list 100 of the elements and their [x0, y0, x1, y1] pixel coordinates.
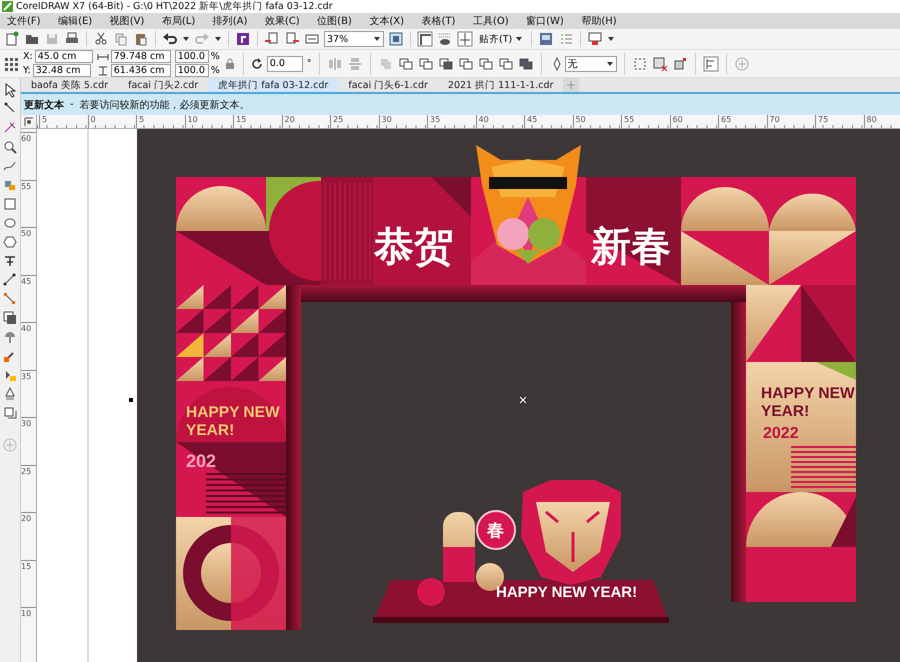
- menu-item[interactable]: 工具(O): [468, 14, 513, 28]
- weld-icon[interactable]: [418, 56, 434, 72]
- document-tab[interactable]: facai 门头6-1.cdr: [338, 78, 438, 92]
- height-field[interactable]: 61.436 cm: [110, 64, 171, 77]
- document-tab[interactable]: 虎年拱门 fafa 03-12.cdr: [208, 78, 338, 92]
- ruler-label: 0: [88, 115, 96, 128]
- menu-item[interactable]: 视图(V): [106, 14, 148, 28]
- ruler-label: 30: [378, 115, 392, 128]
- intersect-icon[interactable]: [458, 56, 474, 72]
- outline-width-dropdown[interactable]: 无: [564, 56, 616, 72]
- back-minus-front-icon[interactable]: [518, 56, 534, 72]
- window-title: CorelDRAW X7 (64-Bit) - G:\0 HT\2022 新年\虎年拱门 fafa 03-12.cdr: [16, 0, 333, 13]
- ruler-label: 20: [21, 512, 36, 523]
- ruler-label: 40: [21, 322, 36, 333]
- lock-icon[interactable]: [224, 58, 236, 70]
- ruler-label: 40: [476, 115, 489, 128]
- menu-item[interactable]: 排列(A): [208, 14, 252, 28]
- ruler-label: 5: [39, 115, 48, 128]
- center-marker-icon[interactable]: [520, 396, 526, 404]
- caret-icon[interactable]: [607, 35, 616, 43]
- menu-item[interactable]: 布局(L): [158, 14, 200, 28]
- dropdown-caret-icon[interactable]: [606, 60, 614, 68]
- degree-sign: °: [306, 58, 312, 69]
- ruler-label: 30: [21, 417, 36, 428]
- zoom-level-dropdown[interactable]: 37%: [324, 31, 384, 47]
- menu-item[interactable]: 窗口(W): [522, 14, 568, 28]
- outline-pen-tool-icon[interactable]: [2, 405, 18, 421]
- object-origin-icon[interactable]: [4, 56, 19, 72]
- ruler-label: 75: [815, 115, 828, 128]
- menu-item[interactable]: 文件(F): [3, 14, 45, 28]
- ruler-label: 65: [718, 115, 732, 128]
- selection-handle[interactable]: [129, 398, 133, 402]
- ruler-label: 45: [21, 274, 36, 286]
- vertical-ruler[interactable]: 60 55 50 45 40 35 30 25 20 15 10: [21, 129, 37, 662]
- happy-new-year-text: HAPPY NEW: [761, 385, 855, 402]
- color-palette-icon[interactable]: [587, 31, 604, 47]
- menu-item[interactable]: 编辑(E): [54, 14, 96, 28]
- paste-icon[interactable]: [133, 31, 149, 47]
- year-text: 2022: [763, 425, 799, 442]
- ruler-label: 60: [21, 132, 36, 143]
- scale-x-field[interactable]: 100.0: [174, 50, 209, 63]
- simplify-icon[interactable]: [478, 56, 494, 72]
- app-launcher-icon[interactable]: [235, 31, 251, 47]
- ruler-label: 35: [427, 115, 440, 128]
- trim-icon[interactable]: [438, 56, 454, 72]
- frame-marker-icon[interactable]: [672, 56, 688, 72]
- caret-icon[interactable]: [214, 35, 222, 43]
- rotation-angle-field[interactable]: 0.0: [266, 56, 303, 72]
- front-minus-back-icon[interactable]: [498, 56, 514, 72]
- ruler-label: 15: [21, 560, 36, 570]
- full-screen-icon[interactable]: [388, 31, 404, 47]
- ruler-origin-icon[interactable]: [24, 116, 34, 126]
- width-arrow-icon: [96, 52, 109, 62]
- dropdown-caret-icon[interactable]: [373, 35, 381, 43]
- select-nodes-icon[interactable]: [632, 56, 648, 72]
- grid-view-icon[interactable]: [437, 31, 453, 47]
- combine-icon[interactable]: [398, 56, 414, 72]
- ruler-label: 70: [766, 115, 780, 128]
- happy-new-year-text: YEAR!: [761, 403, 810, 420]
- options-icon[interactable]: [538, 31, 554, 47]
- y-position-field[interactable]: 32.48 cm: [32, 64, 91, 77]
- mirror-horizontal-icon[interactable]: [326, 56, 342, 72]
- badge-text: 春: [487, 521, 504, 540]
- scissors-icon[interactable]: [93, 31, 109, 47]
- ruler-label: 60: [670, 115, 683, 128]
- height-arrow-icon: [96, 66, 109, 76]
- menu-item[interactable]: 效果(C): [260, 14, 304, 28]
- parallel-dimension-icon[interactable]: [2, 272, 18, 288]
- document-tab[interactable]: baofa 美陈 5.cdr: [21, 78, 118, 92]
- remove-frame-icon[interactable]: [652, 56, 668, 72]
- new-document-icon[interactable]: [4, 31, 20, 47]
- menu-item[interactable]: 位图(B): [313, 14, 356, 28]
- horizontal-ruler[interactable]: 5 0 5 10 15 20 25 30 35 40 45 50 55 60 65 70 75 80: [37, 115, 900, 129]
- polygon-tool-icon[interactable]: [2, 234, 18, 250]
- ruler-label: 50: [572, 115, 586, 128]
- caret-icon[interactable]: [182, 35, 190, 43]
- menu-item[interactable]: 表格(T): [418, 14, 460, 28]
- undo-icon[interactable]: [162, 31, 178, 47]
- align-icon[interactable]: [702, 56, 718, 72]
- zoom-tool-icon[interactable]: [2, 139, 18, 155]
- mirror-vertical-icon[interactable]: [346, 56, 362, 72]
- scale-y-field[interactable]: 100.0: [174, 64, 209, 77]
- document-tab[interactable]: facai 门头2.cdr: [118, 78, 208, 92]
- x-position-field[interactable]: 45.0 cm: [34, 50, 93, 63]
- ruler-label: 50: [21, 227, 36, 238]
- ruler-label: 35: [21, 370, 36, 380]
- menu-item[interactable]: 帮助(H): [577, 14, 621, 28]
- dropdown-caret-icon[interactable]: [515, 35, 524, 43]
- drop-shadow-icon[interactable]: [2, 310, 18, 326]
- ruler-label: 55: [21, 180, 36, 190]
- rulers-icon[interactable]: [417, 31, 433, 47]
- menu-item[interactable]: 文本(X): [365, 14, 408, 28]
- rectangle-tool-icon[interactable]: [2, 196, 18, 212]
- guidelines-icon[interactable]: [457, 31, 473, 47]
- ruler-label: 10: [184, 115, 198, 128]
- document-tab[interactable]: 2021 拱门 111-1-1.cdr: [438, 78, 564, 92]
- snap-to-dropdown[interactable]: 贴齐(T): [477, 32, 526, 46]
- separator-dash: -: [70, 99, 74, 110]
- width-field[interactable]: 79.748 cm: [110, 50, 171, 63]
- connector-tool-icon[interactable]: [2, 291, 18, 307]
